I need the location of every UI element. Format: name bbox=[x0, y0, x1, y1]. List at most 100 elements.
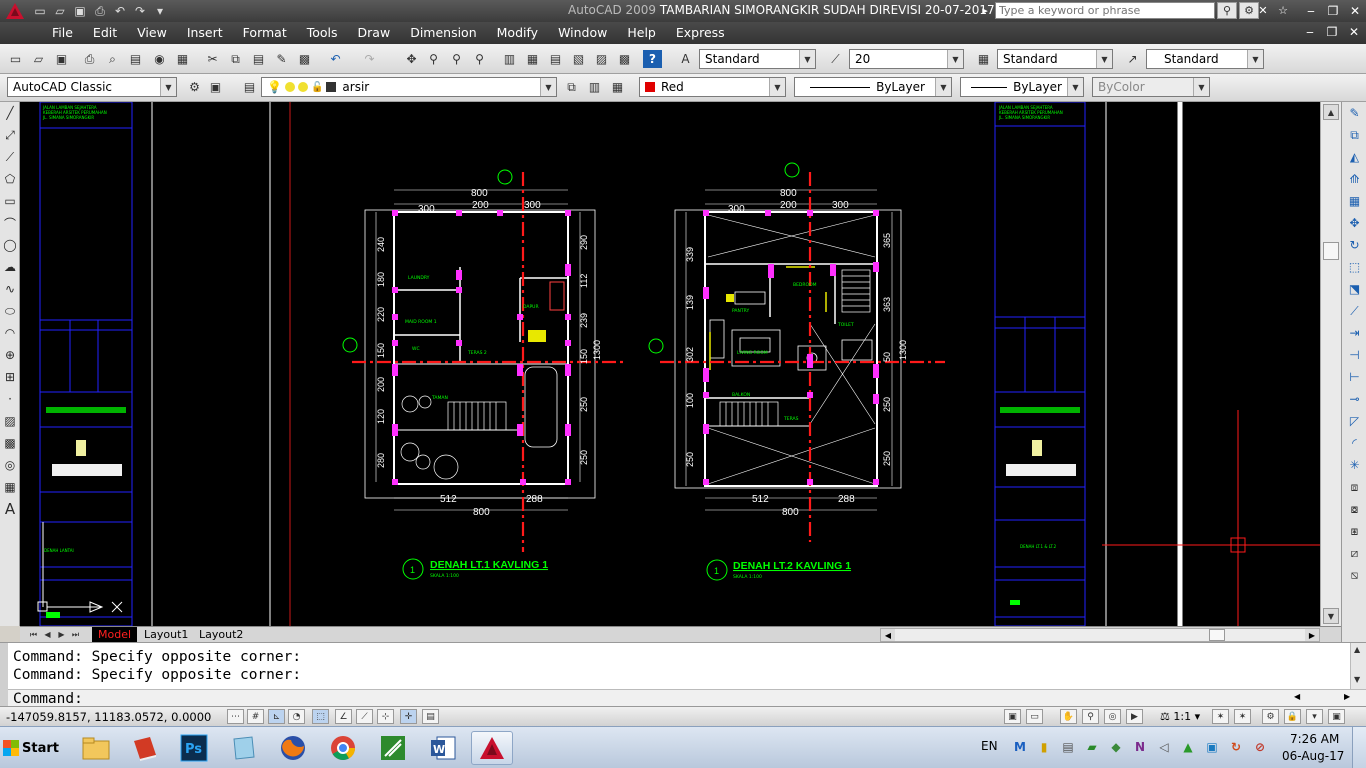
text-style-select[interactable]: Standard ▼ bbox=[699, 49, 816, 69]
dim-style-icon[interactable]: ⟋ bbox=[826, 50, 845, 68]
plot-icon[interactable]: ⎙ bbox=[90, 2, 110, 20]
array-icon[interactable]: ▦ bbox=[1342, 190, 1366, 212]
horizontal-scroll-thumb[interactable] bbox=[1209, 629, 1225, 641]
qnew-icon[interactable]: ▭ bbox=[30, 2, 50, 20]
polar-tracking-icon[interactable]: ◔ bbox=[288, 709, 305, 724]
tray-sync-icon[interactable]: ↻ bbox=[1228, 739, 1244, 755]
workspace-select[interactable]: AutoCAD Classic ▼ bbox=[7, 77, 177, 97]
rectangle-icon[interactable]: ▭ bbox=[0, 190, 20, 212]
properties-icon[interactable]: ▥ bbox=[500, 50, 519, 68]
comm-center-icon[interactable]: ✕ bbox=[1253, 2, 1273, 19]
command-vertical-scrollbar[interactable]: ▲ ▼ bbox=[1350, 643, 1366, 689]
table-style-icon[interactable]: ▦ bbox=[974, 50, 993, 68]
horizontal-scrollbar[interactable]: ◀ ▶ bbox=[880, 628, 1320, 642]
menu-edit[interactable]: Edit bbox=[83, 22, 127, 44]
tab-next-icon[interactable]: ▶ bbox=[56, 628, 67, 641]
menu-tools[interactable]: Tools bbox=[297, 22, 348, 44]
ellipse-icon[interactable]: ⬭ bbox=[0, 300, 20, 322]
model-space-icon[interactable]: ▣ bbox=[1004, 709, 1021, 724]
layer-properties-icon[interactable]: ▤ bbox=[240, 78, 259, 96]
annotation-visibility-icon[interactable]: ✶ bbox=[1212, 709, 1229, 724]
multileader-style-icon[interactable]: ↗ bbox=[1123, 50, 1142, 68]
zoom-icon[interactable]: ⚲ bbox=[1082, 709, 1099, 724]
pan-icon[interactable]: ✋ bbox=[1060, 709, 1077, 724]
layer-previous-icon[interactable]: ▥ bbox=[585, 78, 604, 96]
grid-display-icon[interactable]: # bbox=[247, 709, 264, 724]
firefox-icon[interactable] bbox=[272, 731, 314, 765]
doc-minimize-icon[interactable]: ‒ bbox=[1300, 25, 1320, 39]
undo-toolbar-icon[interactable]: ↶ bbox=[326, 50, 345, 68]
erase-icon[interactable]: ✎ bbox=[1342, 102, 1366, 124]
auto-scale-icon[interactable]: ✶ bbox=[1234, 709, 1251, 724]
polyline-icon[interactable]: ⟋ bbox=[0, 146, 20, 168]
circle-icon[interactable]: ◯ bbox=[0, 234, 20, 256]
onenote-icon[interactable]: N bbox=[1132, 739, 1148, 755]
match-properties-icon[interactable]: ✎ bbox=[272, 50, 291, 68]
volume-icon[interactable]: ◁ bbox=[1156, 739, 1172, 755]
menu-dimension[interactable]: Dimension bbox=[400, 22, 486, 44]
cmd-scroll-down-icon[interactable]: ▼ bbox=[1354, 675, 1360, 684]
clock-date[interactable]: 06-Aug-17 bbox=[1282, 749, 1344, 763]
close-icon[interactable]: ✕ bbox=[1344, 2, 1366, 19]
tray-device-icon[interactable]: ▤ bbox=[1060, 739, 1076, 755]
revision-cloud-icon[interactable]: ☁ bbox=[0, 256, 20, 278]
lock-ui-icon[interactable]: 🔒 bbox=[1284, 709, 1301, 724]
cursor-coordinates[interactable]: -147059.8157, 11183.0572, 0.0000 bbox=[6, 710, 211, 724]
search-arrow-icon[interactable]: ▸ bbox=[975, 2, 995, 19]
tray-triangle-icon[interactable]: ▲ bbox=[1180, 739, 1196, 755]
multileader-style-select[interactable]: Standard ▼ bbox=[1146, 49, 1264, 69]
cmd-scroll-up-icon[interactable]: ▲ bbox=[1354, 645, 1360, 654]
mirror-icon[interactable]: ◭ bbox=[1342, 146, 1366, 168]
chrome-icon[interactable] bbox=[322, 731, 364, 765]
vertical-scroll-thumb[interactable] bbox=[1323, 242, 1339, 260]
tab-last-icon[interactable]: ⏭ bbox=[70, 628, 81, 641]
scroll-right-icon[interactable]: ▶ bbox=[1305, 629, 1319, 641]
break-at-point-icon[interactable]: ⊣ bbox=[1342, 344, 1366, 366]
dynamic-input-icon[interactable]: ⊹ bbox=[377, 709, 394, 724]
notebook-app-icon[interactable] bbox=[222, 731, 264, 765]
layer-state-icon[interactable]: ▦ bbox=[608, 78, 627, 96]
menu-help[interactable]: Help bbox=[617, 22, 666, 44]
drawing-canvas[interactable]: JALAN LAMBAN SEJAHTERA KEBERAH ARSITEK P… bbox=[20, 102, 1320, 626]
tab-first-icon[interactable]: ⏮ bbox=[28, 628, 39, 641]
object-snap-tracking-icon[interactable]: ∠ bbox=[335, 709, 352, 724]
object-snap-icon[interactable]: ⬚ bbox=[312, 709, 329, 724]
explode-icon[interactable]: ✳ bbox=[1342, 454, 1366, 476]
tray-signal-icon[interactable]: ▰ bbox=[1084, 739, 1100, 755]
show-lineweight-icon[interactable]: ✛ bbox=[400, 709, 417, 724]
menu-draw[interactable]: Draw bbox=[348, 22, 401, 44]
gradient-icon[interactable]: ▩ bbox=[0, 432, 20, 454]
book-app-icon[interactable] bbox=[124, 731, 166, 765]
quickcalc-icon[interactable]: ▩ bbox=[615, 50, 634, 68]
snap-mode-icon[interactable]: ⋯ bbox=[227, 709, 244, 724]
point-icon[interactable]: · bbox=[0, 388, 20, 410]
dynamic-ucs-icon[interactable]: ⟋ bbox=[356, 709, 373, 724]
undo-icon[interactable]: ↶ bbox=[110, 2, 130, 20]
autocad-logo-icon[interactable] bbox=[0, 0, 30, 22]
cmd-scroll-left-icon[interactable]: ◀ bbox=[1294, 692, 1300, 701]
line-icon[interactable]: ╱ bbox=[0, 102, 20, 124]
menu-file[interactable]: File bbox=[42, 22, 83, 44]
search-icon[interactable]: ⚲ bbox=[1217, 2, 1237, 19]
3d-dwf-icon[interactable]: ◉ bbox=[150, 50, 169, 68]
fillet-icon[interactable]: ◜ bbox=[1342, 432, 1366, 454]
open-icon[interactable]: ▱ bbox=[50, 2, 70, 20]
copy-icon[interactable]: ⧉ bbox=[226, 50, 245, 68]
polygon-icon[interactable]: ⬠ bbox=[0, 168, 20, 190]
quick-access-dropdown-icon[interactable]: ▾ bbox=[150, 2, 170, 20]
draw-order-back-icon[interactable]: ⧆ bbox=[1342, 520, 1366, 542]
make-block-icon[interactable]: ⊞ bbox=[0, 366, 20, 388]
markup-icon[interactable]: ▨ bbox=[592, 50, 611, 68]
text-to-front-icon[interactable]: ⧄ bbox=[1342, 542, 1366, 564]
extend-icon[interactable]: ⇥ bbox=[1342, 322, 1366, 344]
ellipse-arc-icon[interactable]: ◠ bbox=[0, 322, 20, 344]
menu-modify[interactable]: Modify bbox=[487, 22, 548, 44]
scale-icon[interactable]: ⬚ bbox=[1342, 256, 1366, 278]
file-explorer-icon[interactable] bbox=[75, 731, 117, 765]
draw-order-icon[interactable]: ⧈ bbox=[1342, 476, 1366, 498]
scroll-down-icon[interactable]: ▼ bbox=[1323, 608, 1339, 624]
redo-toolbar-icon[interactable]: ↷ bbox=[360, 50, 379, 68]
workspace-settings-icon[interactable]: ⚙ bbox=[185, 78, 204, 96]
plot-preview-icon[interactable]: ⌕ bbox=[103, 50, 122, 68]
clock-time[interactable]: 7:26 AM bbox=[1290, 732, 1339, 746]
